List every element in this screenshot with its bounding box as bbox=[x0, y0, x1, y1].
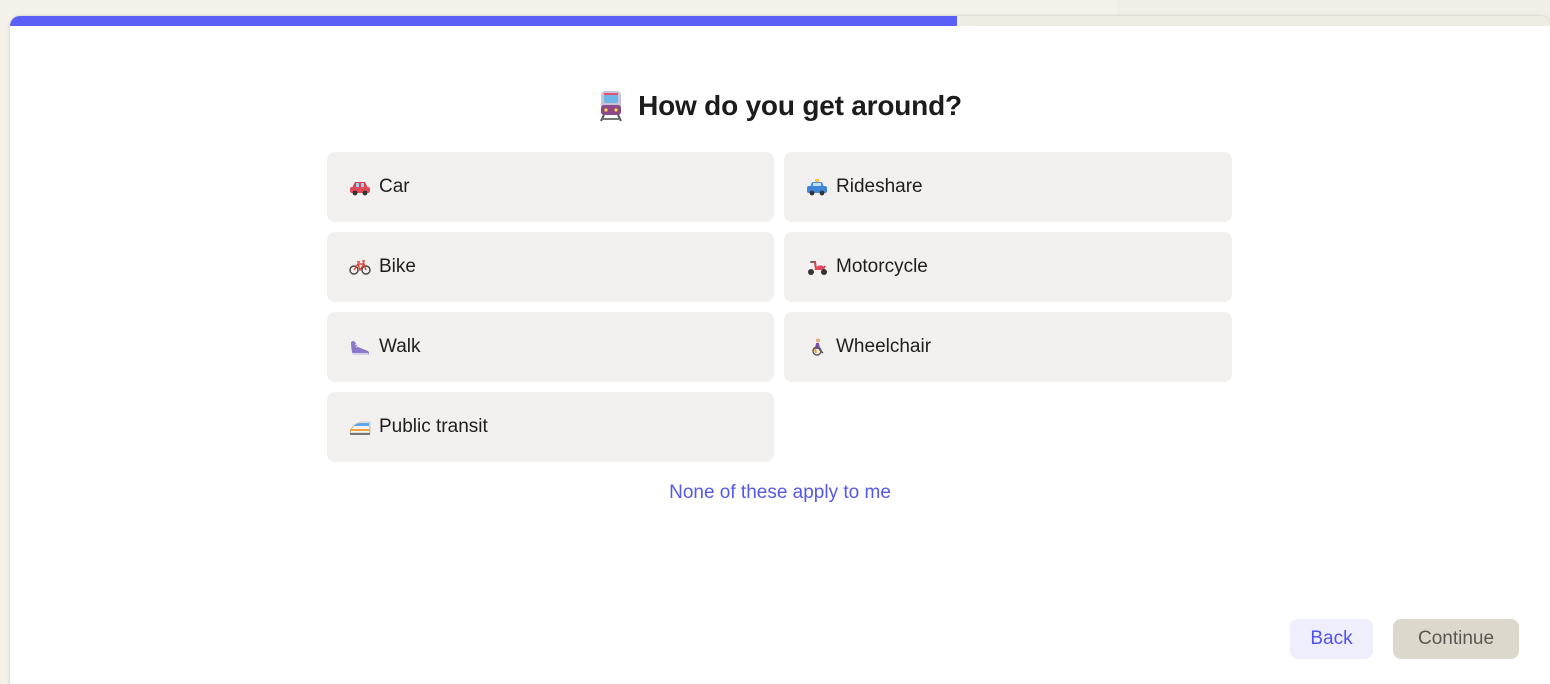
onboarding-modal: How do you get around? Car Rideshare Bik… bbox=[10, 16, 1550, 684]
option-walk[interactable]: Walk bbox=[327, 312, 774, 382]
question-header: How do you get around? bbox=[10, 86, 1550, 126]
sneaker-icon bbox=[351, 341, 369, 355]
train-icon bbox=[600, 91, 622, 122]
option-label: Car bbox=[379, 176, 410, 197]
option-bike[interactable]: Bike bbox=[327, 232, 774, 302]
bullet-train-icon bbox=[349, 421, 371, 435]
option-label: Motorcycle bbox=[836, 256, 928, 277]
page-title: How do you get around? bbox=[638, 90, 962, 121]
continue-button[interactable]: Continue bbox=[1393, 619, 1519, 659]
option-car[interactable]: Car bbox=[327, 152, 774, 222]
option-motorcycle[interactable]: Motorcycle bbox=[784, 232, 1232, 302]
option-label: Rideshare bbox=[836, 176, 923, 197]
scooter-icon bbox=[808, 261, 827, 275]
option-label: Bike bbox=[379, 256, 416, 277]
progress-bar-fill bbox=[10, 16, 958, 26]
option-rideshare[interactable]: Rideshare bbox=[784, 152, 1232, 222]
option-public-transit[interactable]: Public transit bbox=[327, 392, 774, 462]
back-button[interactable]: Back bbox=[1290, 619, 1373, 659]
progress-bar bbox=[10, 16, 1550, 26]
car-icon bbox=[350, 182, 370, 196]
option-wheelchair[interactable]: Wheelchair bbox=[784, 312, 1232, 382]
taxi-icon bbox=[807, 179, 827, 196]
wheelchair-icon bbox=[812, 338, 824, 356]
none-apply-link[interactable]: None of these apply to me bbox=[10, 482, 1550, 504]
options-grid: Car Rideshare Bike Motorcycle Walk Wheel… bbox=[327, 152, 1232, 462]
option-label: Walk bbox=[379, 336, 421, 357]
option-label: Wheelchair bbox=[836, 336, 932, 357]
option-label: Public transit bbox=[379, 416, 488, 437]
bicycle-icon bbox=[349, 260, 371, 275]
